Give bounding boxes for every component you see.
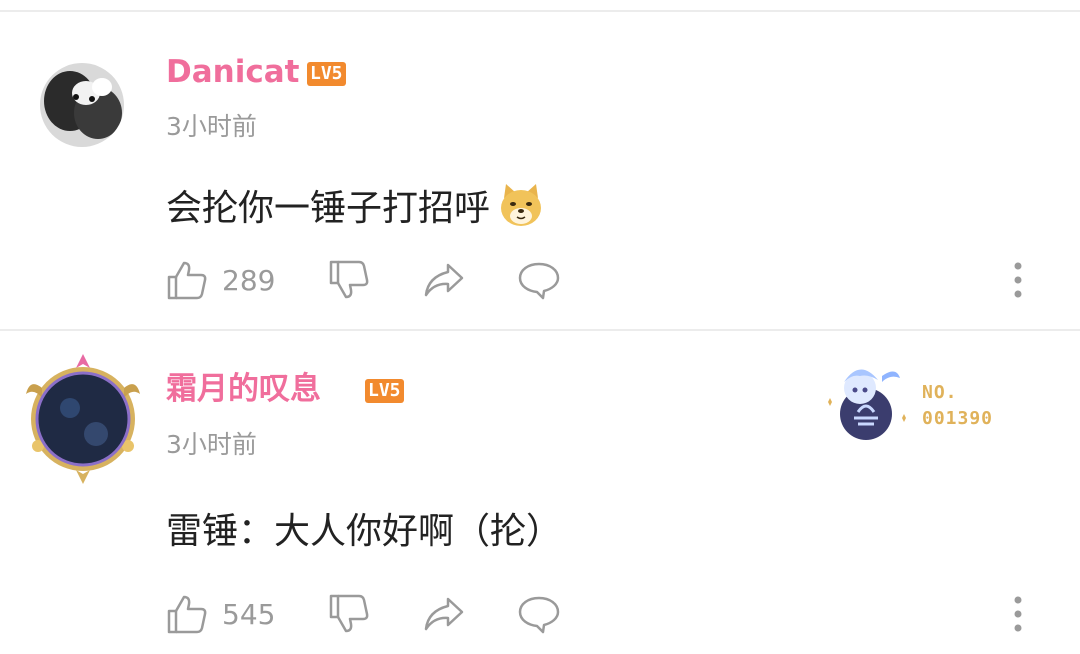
timestamp: 3小时前 (166, 112, 257, 141)
thumb-up-icon (167, 595, 207, 634)
avatar[interactable] (40, 63, 124, 147)
share-icon (424, 597, 464, 631)
thumb-up-icon (167, 261, 207, 300)
comment-actions: 289 (166, 258, 1046, 302)
more-vertical-icon (1014, 262, 1022, 298)
comment-item: 霜月的叹息 LV5 3小时前 NO. 001390 雷锤：大人你好啊（抡） 54… (0, 332, 1080, 654)
comment-bubble-icon (518, 596, 560, 634)
level-badge: LV5 (307, 62, 346, 86)
like-button[interactable]: 289 (166, 258, 275, 302)
share-icon (424, 263, 464, 297)
more-vertical-icon (1014, 596, 1022, 632)
dislike-button[interactable] (328, 592, 370, 636)
comment-text-content: 会抡你一锤子打招呼 (166, 188, 491, 229)
comment-actions: 545 (166, 592, 1046, 636)
comment-item: Danicat LV5 3小时前 会抡你一锤子打招呼 289 (0, 12, 1080, 330)
like-count: 545 (222, 597, 276, 631)
avatar[interactable] (12, 348, 154, 490)
timestamp: 3小时前 (166, 430, 257, 459)
reply-button[interactable] (516, 592, 562, 636)
comment-text: 雷锤：大人你好啊（抡） (166, 511, 563, 552)
more-options-button[interactable] (1008, 258, 1028, 302)
share-button[interactable] (422, 592, 466, 636)
thumb-down-icon (329, 594, 369, 633)
comment-text: 会抡你一锤子打招呼 (166, 180, 546, 230)
username[interactable]: Danicat (166, 57, 299, 88)
like-count: 289 (222, 263, 276, 297)
doge-emoji-icon (496, 180, 546, 230)
reply-button[interactable] (516, 258, 562, 302)
share-button[interactable] (422, 258, 466, 302)
more-options-button[interactable] (1008, 592, 1028, 636)
medal-number: 001390 (922, 408, 994, 429)
like-button[interactable]: 545 (166, 592, 275, 636)
comment-divider (0, 329, 1080, 331)
level-badge: LV5 (365, 379, 404, 403)
comment-bubble-icon (518, 262, 560, 300)
medal-label: NO. (922, 382, 958, 403)
username[interactable]: 霜月的叹息 (166, 374, 321, 405)
dislike-button[interactable] (328, 258, 370, 302)
fan-medal[interactable]: NO. 001390 (818, 352, 1018, 442)
libra-character-icon (828, 369, 906, 440)
thumb-down-icon (329, 260, 369, 299)
